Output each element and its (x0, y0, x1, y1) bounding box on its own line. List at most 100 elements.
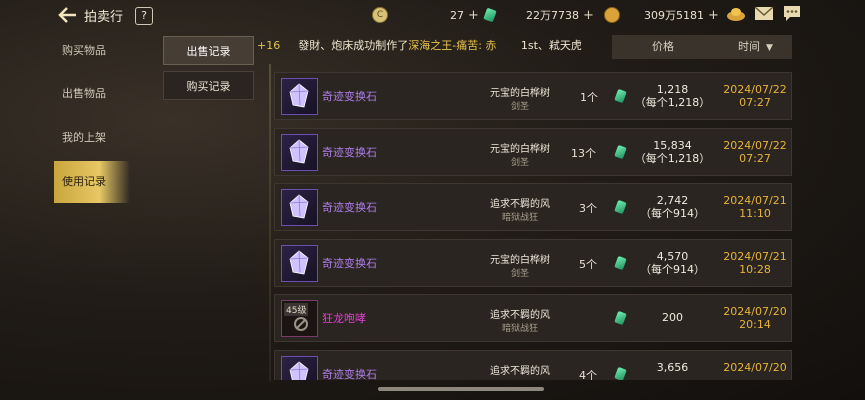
item-name: 奇迹变换石 (322, 257, 377, 270)
gold-coin-icon (604, 7, 620, 23)
date: 2024/07/20 (723, 361, 787, 374)
timestamp: 2024/07/20 (715, 361, 794, 374)
sidebar-item-usage-records[interactable]: 使用记录 (54, 161, 130, 203)
green-gem-icon (614, 255, 627, 271)
buyer-name: 元宝的白桦树 (490, 255, 550, 266)
timestamp: 2024/07/21 11:10 (715, 194, 794, 220)
scrollbar[interactable] (378, 387, 544, 391)
price-total: 4,570 (656, 250, 689, 263)
price-total: 15,834 (653, 139, 692, 152)
sidebar-item-my-listings[interactable]: 我的上架 (54, 117, 130, 159)
price-total: 1,218 (656, 83, 689, 96)
c-coin-icon: C (372, 7, 388, 23)
item-level-badge: 45级 (284, 303, 309, 316)
price-total: 2,742 (656, 194, 689, 207)
buyer-name: 追求不羁的风 (490, 366, 550, 377)
quantity: 4个 (579, 369, 597, 380)
date: 2024/07/21 (723, 250, 787, 263)
record-list[interactable]: 奇迹变换石 元宝的白桦树 剑圣 1个 1,218 （每个1,218） 2024/0… (274, 72, 794, 380)
unavailable-icon (294, 317, 308, 331)
buyer-class: 暗狱战狂 (501, 213, 538, 223)
help-icon[interactable]: ? (135, 7, 153, 25)
buyer-name: 追求不羁的风 (490, 199, 550, 210)
currency-gem: 22万7738 + (483, 5, 594, 25)
timestamp: 2024/07/20 20:14 (715, 305, 794, 331)
item-name: 奇迹变换石 (322, 146, 377, 159)
add-c-coin-button[interactable]: + (468, 8, 479, 23)
price: 15,834 （每个1,218） (630, 139, 715, 165)
quantity: 13个 (571, 147, 596, 160)
sidebar-item-sell[interactable]: 出售物品 (54, 73, 130, 115)
record-row[interactable]: 奇迹变换石 元宝的白桦树 剑圣 1个 1,218 （每个1,218） 2024/0… (274, 72, 792, 120)
date: 2024/07/22 (723, 83, 787, 96)
add-gem-button[interactable]: + (583, 8, 594, 23)
time: 07:27 (739, 152, 771, 165)
page-title: 拍卖行 (84, 10, 124, 25)
price-each: （每个1,218） (634, 152, 711, 165)
time: 07:27 (739, 96, 771, 109)
date: 2024/07/22 (723, 139, 787, 152)
buyer-class: 剑圣 (510, 102, 529, 112)
announcement-ticker: +16 發財、炮床成功制作了深海之王-痛苦: 赤 1st、弒天虎 (257, 35, 613, 57)
divider (269, 64, 271, 382)
ticker-text-next: 1st、弒天虎 (520, 39, 582, 52)
crystal-item-icon (281, 78, 318, 115)
treasure-icon[interactable] (726, 5, 746, 22)
buyer-class: 剑圣 (510, 158, 529, 168)
record-row[interactable]: 奇迹变换石 元宝的白桦树 剑圣 13个 15,834 （每个1,218） 2024… (274, 128, 792, 176)
timestamp: 2024/07/22 07:27 (715, 139, 794, 165)
price-each: （每个914） (640, 263, 705, 276)
record-row[interactable]: 奇迹变换石 元宝的白桦树 剑圣 5个 4,570 （每个914） 2024/07/… (274, 239, 792, 287)
time: 10:28 (739, 263, 771, 276)
timestamp: 2024/07/22 07:27 (715, 83, 794, 109)
price-column-header: 价格 (652, 40, 674, 53)
time-sort-header[interactable]: 时间 ▼ (738, 36, 773, 58)
item-name: 狂龙咆哮 (322, 312, 366, 325)
price: 4,570 （每个914） (630, 250, 715, 276)
price: 2,742 （每个914） (630, 194, 715, 220)
ticker-enhance-level: +16 (257, 39, 281, 52)
currency-value: 27 (450, 8, 464, 22)
time: 11:10 (739, 207, 771, 220)
timestamp: 2024/07/21 10:28 (715, 250, 794, 276)
item-name: 奇迹变换石 (322, 201, 377, 214)
crystal-item-icon (281, 134, 318, 171)
crystal-item-icon (281, 245, 318, 282)
currency-value: 309万5181 (644, 9, 704, 22)
mail-icon[interactable] (754, 5, 774, 22)
quantity: 5个 (579, 258, 597, 271)
buyer-name: 元宝的白桦树 (490, 88, 550, 99)
back-arrow-icon[interactable] (58, 6, 78, 24)
currency-gold: 309万5181 + (604, 5, 719, 25)
buyer-name: 追求不羁的风 (490, 310, 550, 321)
sidebar-item-buy[interactable]: 购买物品 (54, 30, 130, 72)
price: 3,656 (630, 361, 715, 374)
time-column-label: 时间 (738, 40, 760, 53)
buyer-class: 暗狱战狂 (501, 324, 538, 334)
ticker-item-name: 深海之王-痛苦: 赤 (408, 39, 497, 52)
price: 1,218 （每个1,218） (630, 83, 715, 109)
buyer-class: 剑圣 (510, 269, 529, 279)
price: 200 (630, 311, 715, 324)
tab-buy-records[interactable]: 购买记录 (163, 71, 254, 100)
quantity: 3个 (579, 202, 597, 215)
green-gem-icon (614, 144, 627, 160)
record-row[interactable]: 奇迹变换石 追求不羁的风 暗狱战狂 3个 2,742 （每个914） 2024/0… (274, 183, 792, 231)
date: 2024/07/20 (723, 305, 787, 318)
quantity: 1个 (580, 91, 598, 104)
add-gold-button[interactable]: + (708, 8, 719, 23)
record-row[interactable]: 奇迹变换石 追求不羁的风 4个 3,656 2024/07/20 (274, 350, 792, 380)
currency-c-coin: C 27 + (372, 5, 479, 25)
record-row[interactable]: 45级 狂龙咆哮 追求不羁的风 暗狱战狂 200 2024/07/20 20:14 (274, 294, 792, 342)
time: 20:14 (739, 318, 771, 331)
tab-sell-records[interactable]: 出售记录 (163, 36, 254, 65)
currency-value: 22万7738 (526, 9, 579, 22)
buyer-name: 元宝的白桦树 (490, 144, 550, 155)
chat-icon[interactable] (782, 5, 802, 22)
green-gem-icon (614, 88, 627, 104)
top-bar: 拍卖行 ? C 27 + 22万7738 + 309万5181 + (0, 0, 865, 30)
crystal-item-icon (281, 356, 318, 380)
chevron-down-icon: ▼ (766, 43, 773, 53)
item-name: 奇迹变换石 (322, 368, 377, 380)
skill-book-item-icon: 45级 (281, 300, 318, 337)
